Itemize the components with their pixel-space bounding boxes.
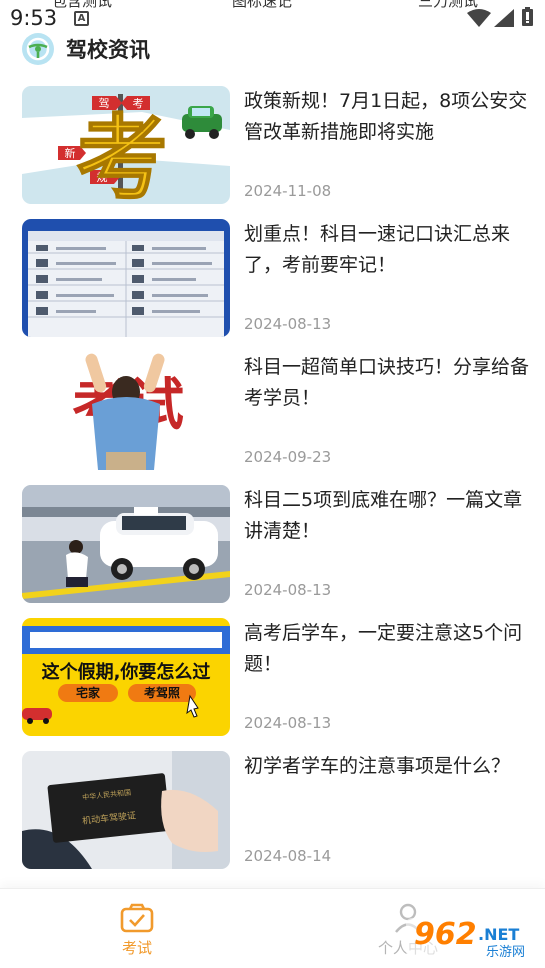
big-exam-char: 考 xyxy=(76,105,168,204)
banner-option-2: 考驾照 xyxy=(144,685,180,700)
section-header: 驾校资讯 xyxy=(22,32,150,66)
news-date: 2024-08-13 xyxy=(244,581,332,599)
watermark-sub: 乐游网 xyxy=(486,945,525,960)
watermark-main: 962 xyxy=(414,917,477,952)
news-item[interactable]: 中华人民共和国 机动车驾驶证 初学者学车的注意事项是什么？ 2024-08-14 xyxy=(22,751,532,871)
status-bar: 包含测试 图标速记 三力测试 9:53 A xyxy=(0,0,545,34)
status-time: 9:53 xyxy=(10,6,58,30)
tab-exam-label: 考试 xyxy=(121,939,152,957)
holiday-banner-image: 这个假期,你要怎么过 宅家 考驾照 xyxy=(22,618,230,736)
watermark-suffix: .NET xyxy=(478,925,519,944)
news-date: 2024-11-08 xyxy=(244,182,332,200)
news-item[interactable]: 考试 科目一超简单口诀技巧！分享给备考学员！ 2024-09-23 xyxy=(22,352,532,472)
news-date: 2024-08-13 xyxy=(244,315,332,333)
section-title: 驾校资讯 xyxy=(66,38,150,62)
banner-main-text: 这个假期,你要怎么过 xyxy=(42,661,211,683)
news-title: 初学者学车的注意事项是什么？ xyxy=(244,755,511,777)
exam-checklist-icon xyxy=(120,903,154,933)
signal-icon xyxy=(494,9,514,27)
banner-option-1: 宅家 xyxy=(76,685,101,700)
exam-sign-car-image: 驾 考 新 规 考 xyxy=(22,86,230,204)
top-tab-partial-1[interactable]: 包含测试 xyxy=(52,0,112,11)
sign-text-3: 新 xyxy=(65,146,76,160)
steering-wheel-icon xyxy=(22,33,54,65)
top-tab-partial-2[interactable]: 图标速记 xyxy=(232,0,292,11)
news-item[interactable]: 科目二5项到底难在哪？一篇文章讲清楚！ 2024-08-13 xyxy=(22,485,532,605)
news-title: 政策新规！7月1日起，8项公安交管改革新措施即将实施 xyxy=(244,90,528,143)
news-title: 科目一超简单口诀技巧！分享给备考学员！ xyxy=(244,356,530,409)
wifi-icon xyxy=(467,9,491,27)
news-date: 2024-08-13 xyxy=(244,714,332,732)
news-item[interactable]: 驾 考 新 规 考 政策新规！7月1日起，8项公安交管改革新措施即将实施 202… xyxy=(22,86,532,206)
news-title: 高考后学车，一定要注意这5个问题！ xyxy=(244,622,523,675)
tab-exam[interactable]: 考试 xyxy=(67,889,207,968)
watermark-logo: 962 .NET 乐游网 xyxy=(406,912,542,964)
battery-icon xyxy=(522,7,533,26)
driver-license-image: 中华人民共和国 机动车驾驶证 xyxy=(22,751,230,869)
news-item[interactable]: 划重点！科目一速记口诀汇总来了，考前要牢记！ 2024-08-13 xyxy=(22,219,532,339)
accessibility-a-icon: A xyxy=(74,11,89,26)
news-title: 划重点！科目一速记口诀汇总来了，考前要牢记！ xyxy=(244,223,511,276)
news-date: 2024-09-23 xyxy=(244,448,332,466)
driving-test-car-image xyxy=(22,485,230,603)
news-date: 2024-08-14 xyxy=(244,847,332,865)
exam-cheer-man-image: 考试 xyxy=(22,352,230,470)
news-title: 科目二5项到底难在哪？一篇文章讲清楚！ xyxy=(244,489,523,542)
screen: 包含测试 图标速记 三力测试 9:53 A 驾校资讯 驾 考 新 规 考 政策新… xyxy=(0,0,545,968)
traffic-signs-chart-image xyxy=(22,219,230,337)
news-item[interactable]: 这个假期,你要怎么过 宅家 考驾照 高考后学车，一定要注意这5个问题！ 2024… xyxy=(22,618,532,738)
